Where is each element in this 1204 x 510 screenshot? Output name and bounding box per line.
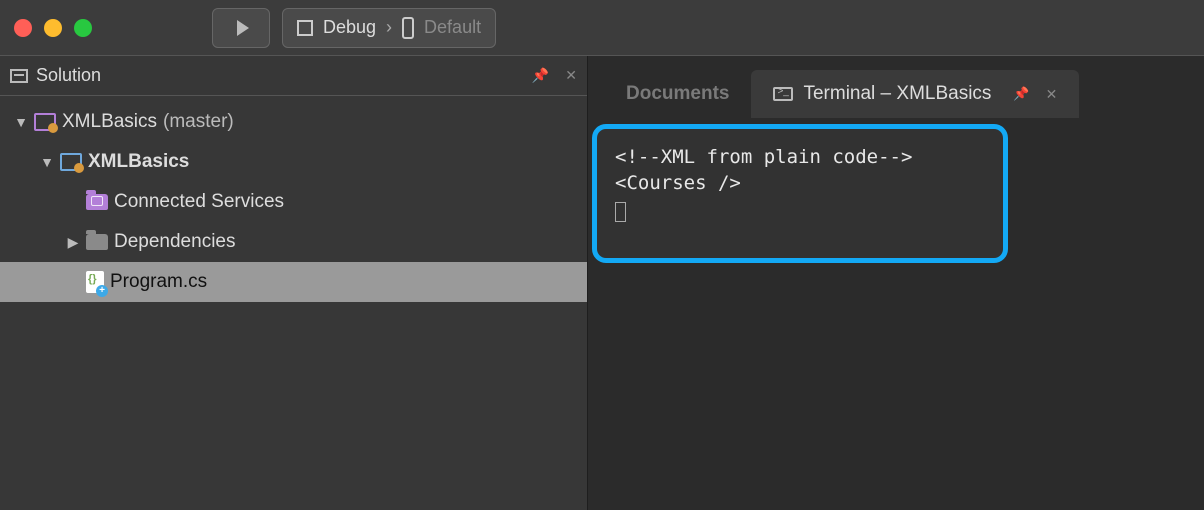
program-file-node[interactable]: ▶ Program.cs [0,262,587,302]
solution-panel-header: Solution 📌 ✕ [0,56,587,96]
solution-tree: ▼ XMLBasics (master) ▼ XMLBasics ▶ Conne… [0,96,587,302]
editor-area: Documents Terminal – XMLBasics 📌 ✕ <!--X… [588,56,1204,510]
pin-icon[interactable]: 📌 [1013,86,1029,102]
solution-icon [34,113,56,131]
add-badge-icon [96,285,108,297]
program-file-label: Program.cs [110,271,207,293]
solution-branch-label: (master) [163,111,234,133]
target-label: Default [424,17,481,38]
window-controls [14,19,92,37]
folder-icon [86,234,108,250]
tab-documents[interactable]: Documents [604,70,751,118]
connected-services-label: Connected Services [114,191,284,213]
disclosure-triangle-icon[interactable]: ▶ [66,235,80,249]
disclosure-triangle-icon[interactable]: ▼ [40,155,54,169]
solution-panel: Solution 📌 ✕ ▼ XMLBasics (master) ▼ XMLB… [0,56,588,510]
connected-services-node[interactable]: ▶ Connected Services [0,182,587,222]
configuration-label: Debug [323,17,376,38]
device-icon [402,17,414,39]
dependencies-node[interactable]: ▶ Dependencies [0,222,587,262]
dependencies-label: Dependencies [114,231,235,253]
terminal-line-2: <Courses /> [615,172,741,194]
close-window-button[interactable] [14,19,32,37]
pin-icon[interactable]: 📌 [532,67,549,84]
project-node[interactable]: ▼ XMLBasics [0,142,587,182]
toolbar: Debug › Default [0,0,1204,56]
terminal-icon [773,87,793,101]
tab-documents-label: Documents [626,83,729,105]
solution-node[interactable]: ▼ XMLBasics (master) [0,102,587,142]
csharp-file-icon [86,271,104,293]
terminal-cursor [615,202,626,222]
close-tab-icon[interactable]: ✕ [1046,86,1058,103]
project-name-label: XMLBasics [88,151,189,173]
close-panel-icon[interactable]: ✕ [565,67,577,84]
tab-terminal[interactable]: Terminal – XMLBasics 📌 ✕ [751,70,1079,118]
run-configuration-selector[interactable]: Debug › Default [282,8,496,48]
minimize-window-button[interactable] [44,19,62,37]
project-icon [60,153,82,171]
chevron-right-icon: › [386,17,392,38]
solution-name-label: XMLBasics [62,111,157,133]
panel-icon [10,69,28,83]
solution-panel-title: Solution [36,65,101,86]
terminal-output-highlight: <!--XML from plain code--> <Courses /> [592,124,1008,263]
disclosure-triangle-icon[interactable]: ▼ [14,115,28,129]
run-button[interactable] [212,8,270,48]
play-icon [237,20,249,36]
terminal-line-1: <!--XML from plain code--> [615,146,912,168]
configuration-icon [297,20,313,36]
tab-terminal-label: Terminal – XMLBasics [803,83,991,105]
terminal-output[interactable]: <!--XML from plain code--> <Courses /> [615,145,985,222]
tab-bar: Documents Terminal – XMLBasics 📌 ✕ [588,56,1204,120]
folder-icon [86,194,108,210]
terminal-pane: <!--XML from plain code--> <Courses /> [588,120,1204,510]
maximize-window-button[interactable] [74,19,92,37]
